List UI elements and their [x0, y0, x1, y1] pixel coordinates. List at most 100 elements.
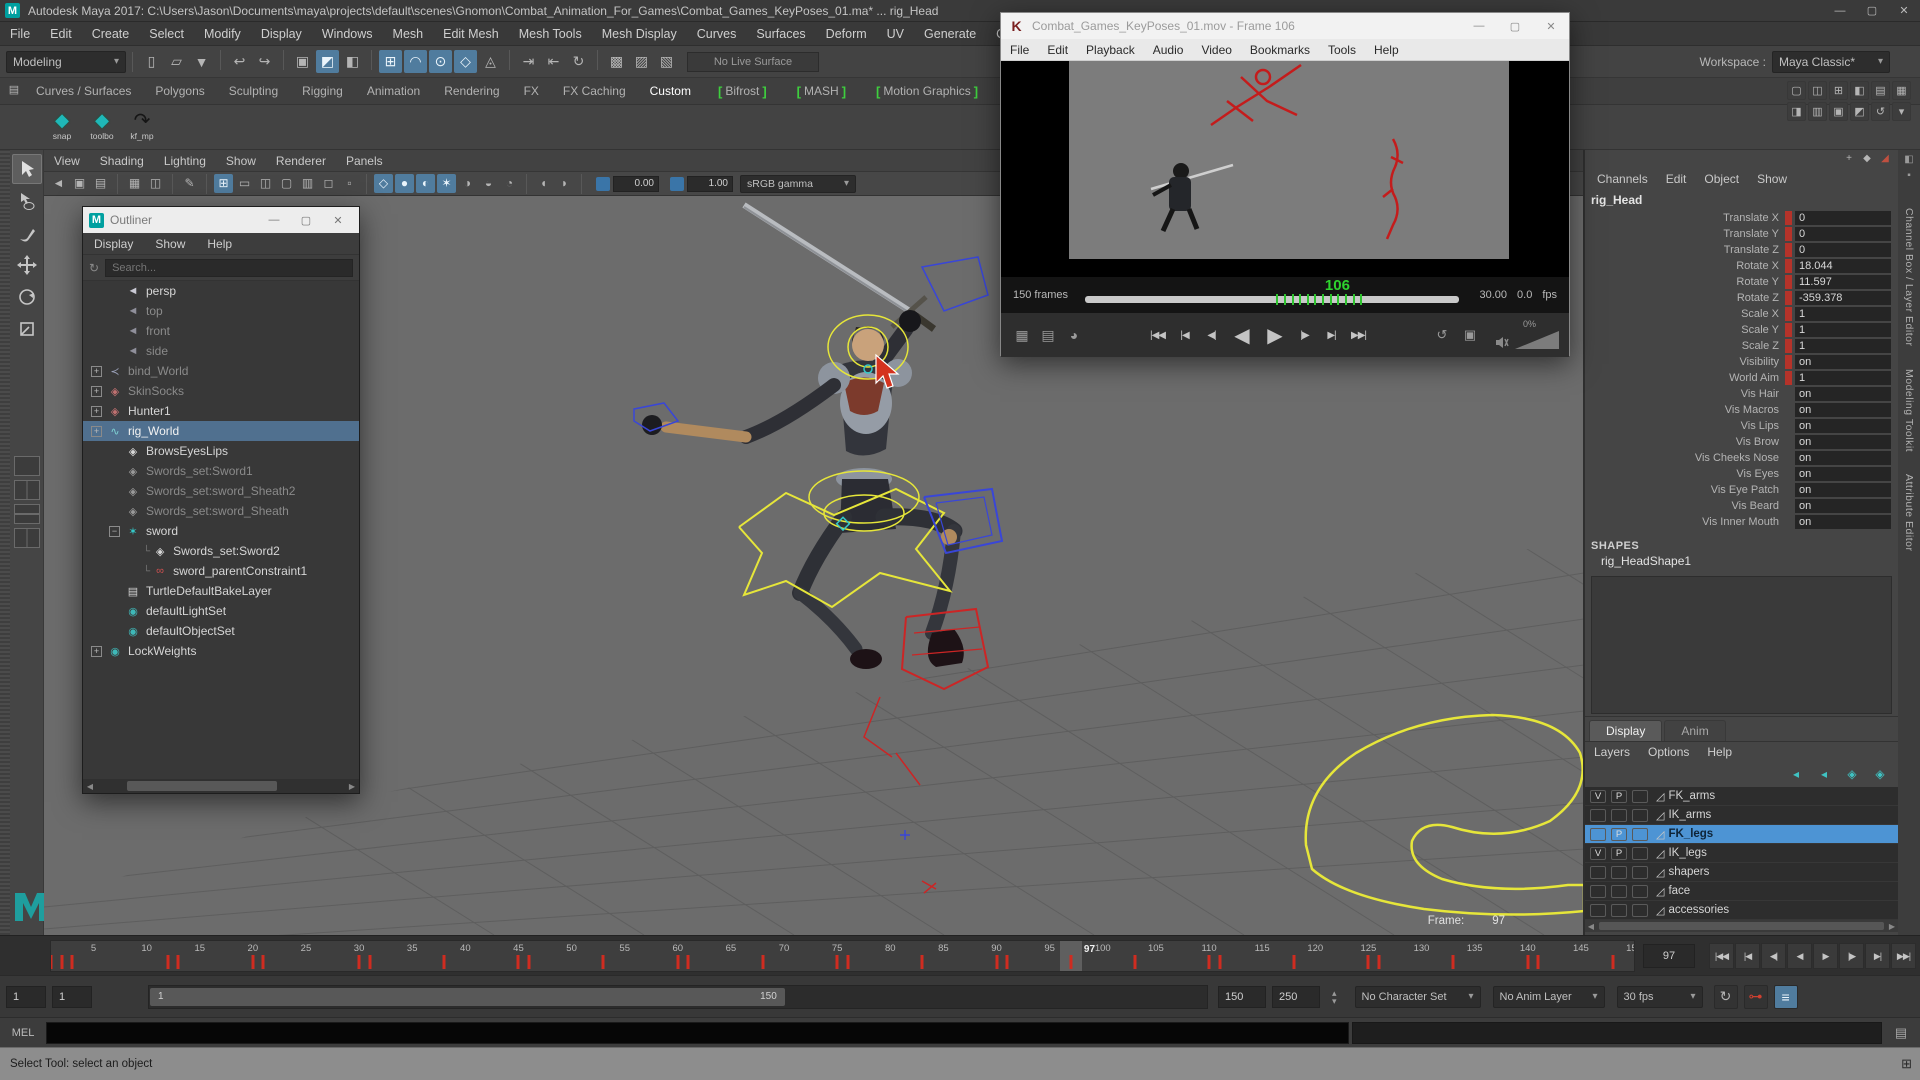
- fps-dropdown[interactable]: 30 fps: [1617, 986, 1703, 1008]
- animation-end-field[interactable]: 250: [1272, 986, 1320, 1008]
- outliner-title-bar[interactable]: M Outliner —▢✕: [83, 207, 359, 233]
- shelf-tab-mash[interactable]: [MASH]: [782, 78, 861, 104]
- go-to-start-button[interactable]: |◀◀: [1709, 943, 1734, 969]
- scrollbar-thumb[interactable]: [1599, 922, 1884, 930]
- expand-toggle[interactable]: +: [91, 386, 102, 397]
- workspace-options-icon[interactable]: ▾: [1892, 102, 1911, 121]
- movie-menu-item[interactable]: Video: [1192, 39, 1240, 60]
- outliner-item-LockWeights[interactable]: +◉LockWeights: [83, 641, 359, 661]
- single-pane-icon[interactable]: ▢: [1787, 81, 1806, 100]
- play-forward-button[interactable]: ▶: [1813, 943, 1838, 969]
- move-layer-down-icon[interactable]: ◂: [1815, 765, 1833, 783]
- channel-row-vis-lips[interactable]: Vis Lipson: [1589, 418, 1898, 434]
- command-language-label[interactable]: MEL: [0, 1027, 46, 1039]
- outliner-item-sword_parentConstraint1[interactable]: └∞sword_parentConstraint1: [83, 561, 359, 581]
- outliner-item-Swords_set:sword_Sheath2[interactable]: ◈Swords_set:sword_Sheath2: [83, 481, 359, 501]
- outliner-item-side[interactable]: ◄side: [83, 341, 359, 361]
- shelf-tab-polygons[interactable]: Polygons: [143, 78, 216, 104]
- select-tool-button[interactable]: [12, 154, 42, 184]
- playback-loop-icon[interactable]: ↻: [1714, 985, 1738, 1009]
- expand-toggle[interactable]: −: [109, 526, 120, 537]
- outliner-item-TurtleDefaultBakeLayer[interactable]: ▤TurtleDefaultBakeLayer: [83, 581, 359, 601]
- channel-row-vis-hair[interactable]: Vis Hairon: [1589, 386, 1898, 402]
- range-end-handle[interactable]: 150: [760, 991, 777, 1002]
- channel-value[interactable]: 18.044: [1795, 259, 1891, 273]
- script-editor-icon[interactable]: ▤: [1888, 1021, 1914, 1045]
- layer-playback-toggle[interactable]: P: [1611, 847, 1627, 860]
- make-live-icon[interactable]: ◬: [479, 50, 502, 73]
- channel-row-vis-inner-mouth[interactable]: Vis Inner Mouthon: [1589, 514, 1898, 530]
- scale-tool-button[interactable]: [12, 314, 42, 344]
- image-plane-icon[interactable]: ▦: [125, 174, 144, 193]
- snap-to-curve-icon[interactable]: ◠: [404, 50, 427, 73]
- textured-icon[interactable]: ◐: [416, 174, 435, 193]
- shelf-item-toolbo[interactable]: ◆toolbo: [82, 105, 122, 149]
- construction-history-icon[interactable]: ↻: [567, 50, 590, 73]
- snap-to-point-icon[interactable]: ⊙: [429, 50, 452, 73]
- channel-value[interactable]: on: [1795, 515, 1891, 529]
- go-to-start-button[interactable]: |◀◀: [1147, 323, 1169, 347]
- snap-to-plane-icon[interactable]: ◇: [454, 50, 477, 73]
- channel-value[interactable]: 0: [1795, 211, 1891, 225]
- shelf-tab-rendering[interactable]: Rendering: [432, 78, 511, 104]
- menu-item[interactable]: Create: [82, 22, 140, 45]
- channel-value[interactable]: on: [1795, 467, 1891, 481]
- select-by-component-icon[interactable]: ◧: [341, 50, 364, 73]
- list-view-icon[interactable]: ▤: [1038, 325, 1058, 345]
- scroll-left-icon[interactable]: ◀: [83, 782, 97, 791]
- mel-command-input[interactable]: [46, 1022, 1349, 1044]
- outliner-h-scrollbar[interactable]: ◀ ▶: [83, 779, 359, 793]
- character-set-dropdown[interactable]: No Character Set: [1355, 986, 1481, 1008]
- attribute-dock-icon[interactable]: ▥: [1808, 102, 1827, 121]
- channel-value[interactable]: 11.597: [1795, 275, 1891, 289]
- outliner-item-defaultLightSet[interactable]: ◉defaultLightSet: [83, 601, 359, 621]
- split-pane-layout-button[interactable]: [14, 504, 40, 524]
- shaded-icon[interactable]: ●: [395, 174, 414, 193]
- channel-row-translate-z[interactable]: Translate Z0: [1589, 242, 1898, 258]
- open-scene-icon[interactable]: ▱: [165, 50, 188, 73]
- shelf-tab-fx-caching[interactable]: FX Caching: [551, 78, 638, 104]
- channel-value[interactable]: 0: [1795, 227, 1891, 241]
- channel-manipulator-icon[interactable]: +: [1841, 150, 1857, 166]
- channel-box-menu-item[interactable]: Object: [1698, 168, 1745, 190]
- channel-value[interactable]: on: [1795, 435, 1891, 449]
- panel-menu-item[interactable]: Renderer: [266, 150, 336, 171]
- add-empty-layer-icon[interactable]: ◈: [1843, 765, 1861, 783]
- selected-object-name[interactable]: rig_Head: [1585, 190, 1898, 210]
- scrollbar-thumb[interactable]: [127, 781, 277, 791]
- channel-box-menu-item[interactable]: Edit: [1660, 168, 1693, 190]
- pin-panel-icon[interactable]: ▪: [1907, 170, 1911, 186]
- channel-value[interactable]: 1: [1795, 371, 1891, 385]
- channel-value[interactable]: 1: [1795, 323, 1891, 337]
- workspace-dropdown[interactable]: Maya Classic*: [1772, 51, 1890, 73]
- channel-row-vis-eye-patch[interactable]: Vis Eye Patchon: [1589, 482, 1898, 498]
- layer-visibility-toggle[interactable]: [1590, 885, 1606, 898]
- layer-playback-toggle[interactable]: [1611, 885, 1627, 898]
- safe-title-icon[interactable]: ▫: [340, 174, 359, 193]
- menu-set-dropdown[interactable]: Modeling: [6, 51, 126, 73]
- movie-menu-item[interactable]: Playback: [1077, 39, 1144, 60]
- step-forward-frame-button[interactable]: |▶: [1294, 323, 1316, 347]
- play-forward-button[interactable]: ▶: [1261, 323, 1289, 347]
- time-slider-ruler[interactable]: 5101520253035404550556065707580859095100…: [50, 940, 1635, 972]
- panel-menu-item[interactable]: Panels: [336, 150, 393, 171]
- layer-visibility-toggle[interactable]: [1590, 828, 1606, 841]
- wireframe-icon[interactable]: ◇: [374, 174, 393, 193]
- movie-menu-item[interactable]: File: [1001, 39, 1038, 60]
- range-stepper[interactable]: ▴▾: [1332, 989, 1337, 1005]
- outliner-item-front[interactable]: ◄front: [83, 321, 359, 341]
- step-back-key-button[interactable]: |◀: [1174, 323, 1196, 347]
- go-to-end-button[interactable]: ▶▶|: [1348, 323, 1370, 347]
- shelf-item-snap[interactable]: ◆snap: [42, 105, 82, 149]
- layer-menu-item[interactable]: Help: [1698, 742, 1741, 761]
- outliner-item-persp[interactable]: ◄persp: [83, 281, 359, 301]
- channel-pin-icon[interactable]: ◢: [1877, 150, 1893, 166]
- two-pane-layout-button[interactable]: [14, 480, 40, 500]
- movie-video-area[interactable]: [1001, 61, 1569, 277]
- scroll-right-icon[interactable]: ▶: [1886, 922, 1898, 931]
- grease-pencil-icon[interactable]: ✎: [180, 174, 199, 193]
- scroll-left-icon[interactable]: ◀: [1585, 922, 1597, 931]
- dock-panel-icon[interactable]: ◧: [1904, 154, 1913, 170]
- animation-preferences-icon[interactable]: ≡: [1774, 985, 1798, 1009]
- channel-value[interactable]: 1: [1795, 339, 1891, 353]
